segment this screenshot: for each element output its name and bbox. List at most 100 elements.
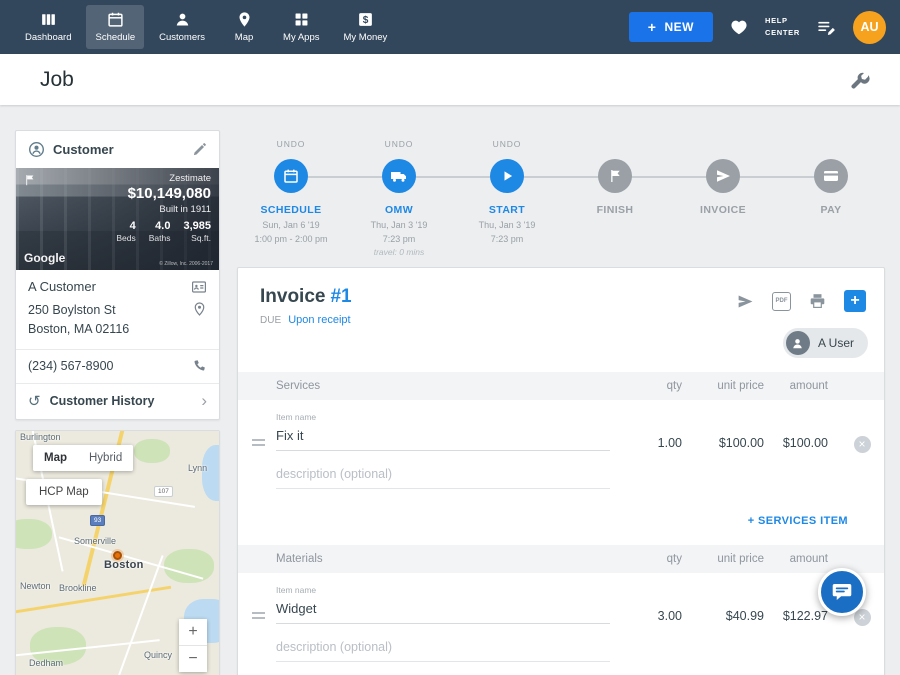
remove-item-icon[interactable]: × xyxy=(854,609,871,626)
baths-label: Baths xyxy=(149,233,171,243)
materials-section-header: Materials qty unit price amount xyxy=(238,545,884,573)
map[interactable]: Burlington Lynn 107 93 Somerville Boston… xyxy=(16,431,219,675)
add-services-item-button[interactable]: + SERVICES ITEM xyxy=(748,515,848,527)
undo-omw-button[interactable]: UNDO xyxy=(345,139,453,151)
drag-handle-icon[interactable] xyxy=(252,412,276,449)
user-avatar[interactable]: AU xyxy=(853,11,886,44)
chevron-right-icon: › xyxy=(201,394,207,408)
assignee-name: A User xyxy=(818,336,854,350)
map-green-area xyxy=(16,519,52,549)
print-icon[interactable] xyxy=(809,293,826,309)
remove-item-icon[interactable]: × xyxy=(854,436,871,453)
omw-truck-icon[interactable] xyxy=(382,159,416,193)
timeline-step-finish: FINISH xyxy=(561,139,669,259)
nav-label: Map xyxy=(235,32,253,43)
stat-beds: 4 Beds xyxy=(116,220,135,243)
item-qty[interactable]: 3.00 xyxy=(618,585,682,623)
dashboard-icon xyxy=(40,11,57,28)
nav-label: Schedule xyxy=(95,32,135,43)
item-unit-price[interactable]: $100.00 xyxy=(682,412,764,450)
map-label: Lynn xyxy=(188,463,207,473)
due-label: DUE xyxy=(260,315,281,326)
item-description-input[interactable] xyxy=(276,634,610,662)
map-type-hybrid-button[interactable]: Hybrid xyxy=(78,445,133,471)
undo-start-button[interactable]: UNDO xyxy=(453,139,561,151)
customers-icon xyxy=(174,11,191,28)
pay-card-icon[interactable] xyxy=(814,159,848,193)
item-description-input[interactable] xyxy=(276,461,610,489)
due-terms-link[interactable]: Upon receipt xyxy=(288,314,350,326)
schedule-step-icon[interactable] xyxy=(274,159,308,193)
customer-card-title: Customer xyxy=(53,142,184,157)
primary-nav: Dashboard Schedule Customers Map My Apps xyxy=(16,0,396,54)
google-watermark: Google xyxy=(24,251,65,265)
flag-icon xyxy=(24,174,36,186)
item-unit-price[interactable]: $40.99 xyxy=(682,585,764,623)
zoom-out-button[interactable]: − xyxy=(179,646,207,672)
new-button[interactable]: + NEW xyxy=(629,12,713,42)
start-play-icon[interactable] xyxy=(490,159,524,193)
phone-icon xyxy=(192,359,207,374)
zoom-in-button[interactable]: + xyxy=(179,619,207,645)
pdf-icon[interactable]: PDF xyxy=(772,292,791,311)
location-pin-icon xyxy=(192,301,207,317)
map-label: Boston xyxy=(104,559,144,571)
step-label: FINISH xyxy=(561,204,669,216)
nav-label: Customers xyxy=(159,32,205,43)
item-name-input[interactable] xyxy=(276,597,610,624)
step-date: Thu, Jan 3 '19 xyxy=(453,219,561,233)
heart-icon[interactable] xyxy=(730,19,748,35)
map-label: Quincy xyxy=(144,650,172,660)
undo-schedule-button[interactable]: UNDO xyxy=(237,139,345,151)
beds-value: 4 xyxy=(116,220,135,232)
nav-item-my-apps[interactable]: My Apps xyxy=(274,5,328,49)
map-label: Somerville xyxy=(74,536,116,546)
nav-item-schedule[interactable]: Schedule xyxy=(86,5,144,49)
send-invoice-icon[interactable] xyxy=(736,293,754,310)
timeline-step-schedule: UNDO SCHEDULE Sun, Jan 6 '19 1:00 pm - 2… xyxy=(237,139,345,259)
item-name-input[interactable] xyxy=(276,424,610,451)
add-materials-row: + MATERIALS ITEM xyxy=(238,668,884,675)
services-title: Services xyxy=(276,380,618,392)
map-type-control: Map Hybrid xyxy=(33,445,133,471)
timeline-step-invoice: INVOICE xyxy=(669,139,777,259)
job-tools-icon[interactable] xyxy=(850,70,870,90)
help-center-button[interactable]: HELP CENTER xyxy=(765,15,800,38)
customer-name-row: A Customer xyxy=(16,270,219,299)
top-nav: Dashboard Schedule Customers Map My Apps xyxy=(0,0,900,54)
activity-feed-icon[interactable] xyxy=(817,19,836,36)
finish-flag-icon[interactable] xyxy=(598,159,632,193)
invoice-send-icon[interactable] xyxy=(706,159,740,193)
amount-column-header: amount xyxy=(764,380,840,392)
nav-item-my-money[interactable]: $ My Money xyxy=(334,5,396,49)
hcp-map-button[interactable]: HCP Map xyxy=(26,479,102,505)
add-invoice-item-button[interactable]: + xyxy=(844,290,866,312)
invoice-card: Invoice#1 DUE Upon receipt PDF + xyxy=(237,267,885,675)
step-label: INVOICE xyxy=(669,204,777,216)
customer-history-label: Customer History xyxy=(50,394,193,408)
step-date: Thu, Jan 3 '19 xyxy=(345,219,453,233)
chat-button[interactable] xyxy=(818,568,866,616)
step-date: Sun, Jan 6 '19 xyxy=(237,219,345,233)
nav-item-customers[interactable]: Customers xyxy=(150,5,214,49)
svg-text:$: $ xyxy=(363,15,369,26)
customer-history-button[interactable]: ↺ Customer History › xyxy=(16,383,219,419)
step-time: 7:23 pm xyxy=(345,233,453,247)
edit-customer-icon[interactable] xyxy=(192,142,207,157)
route-shield: 107 xyxy=(154,486,173,497)
map-type-map-button[interactable]: Map xyxy=(33,445,78,471)
contact-card-icon xyxy=(191,279,207,295)
assignee-chip[interactable]: A User xyxy=(783,328,868,358)
step-time: 1:00 pm - 2:00 pm xyxy=(237,233,345,247)
amount-column-header: amount xyxy=(764,553,840,565)
help-center-line2: CENTER xyxy=(765,27,800,39)
sqft-value: 3,985 xyxy=(183,220,211,232)
customer-address: 250 Boylston St Boston, MA 02116 xyxy=(28,301,129,340)
zestimate-overlay: Zestimate $10,149,080 Built in 1911 4 Be… xyxy=(116,173,211,243)
nav-item-dashboard[interactable]: Dashboard xyxy=(16,5,80,49)
property-photo: Zestimate $10,149,080 Built in 1911 4 Be… xyxy=(16,168,219,270)
nav-item-map[interactable]: Map xyxy=(220,5,268,49)
drag-handle-icon[interactable] xyxy=(252,585,276,622)
timeline-step-omw: UNDO OMW Thu, Jan 3 '19 7:23 pm travel: … xyxy=(345,139,453,259)
item-qty[interactable]: 1.00 xyxy=(618,412,682,450)
